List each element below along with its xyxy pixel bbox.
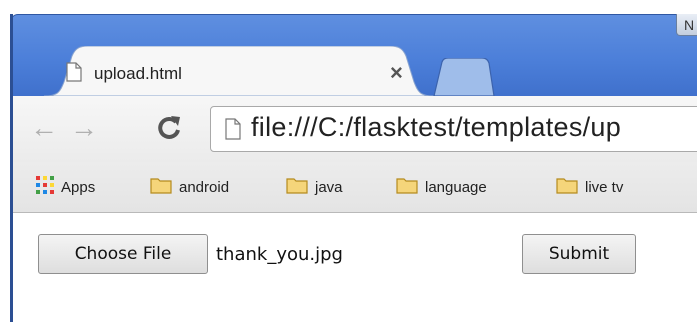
folder-icon [396,176,418,199]
browser-window: N upload.html × ← → file:///C:/flasktest… [0,0,697,322]
bookmark-label: android [179,178,230,196]
page-icon [225,118,241,145]
new-tab-button[interactable] [432,57,496,101]
window-control-button[interactable]: N [676,14,697,36]
folder-icon [286,176,308,199]
bookmark-java[interactable]: java [286,174,343,200]
submit-button[interactable]: Submit [522,234,636,274]
apps-grid-icon [36,175,54,199]
bookmark-apps[interactable]: Apps [36,174,95,200]
bookmark-label: Apps [61,178,96,196]
bookmark-android[interactable]: android [150,174,229,200]
tab-upload[interactable]: upload.html × [44,46,434,96]
bookmark-label: language [425,178,487,196]
url-text: file:///C:/flasktest/templates/up [251,112,622,142]
desktop-edge [0,0,10,322]
reload-icon[interactable] [156,114,182,145]
bookmark-label: live tv [585,178,624,196]
bookmark-label: java [315,178,343,196]
address-bar[interactable]: file:///C:/flasktest/templates/up [210,106,697,152]
bookmark-live-tv[interactable]: live tv [556,174,623,200]
back-arrow-icon[interactable]: ← [30,112,58,144]
folder-icon [556,176,578,199]
bookmark-language[interactable]: language [396,174,487,200]
choose-file-button[interactable]: Choose File [38,234,208,274]
close-icon[interactable]: × [390,60,403,86]
forward-arrow-icon[interactable]: → [70,112,98,144]
tab-title: upload.html [94,64,182,83]
folder-icon [150,176,172,199]
selected-filename: thank_you.jpg [216,244,343,265]
